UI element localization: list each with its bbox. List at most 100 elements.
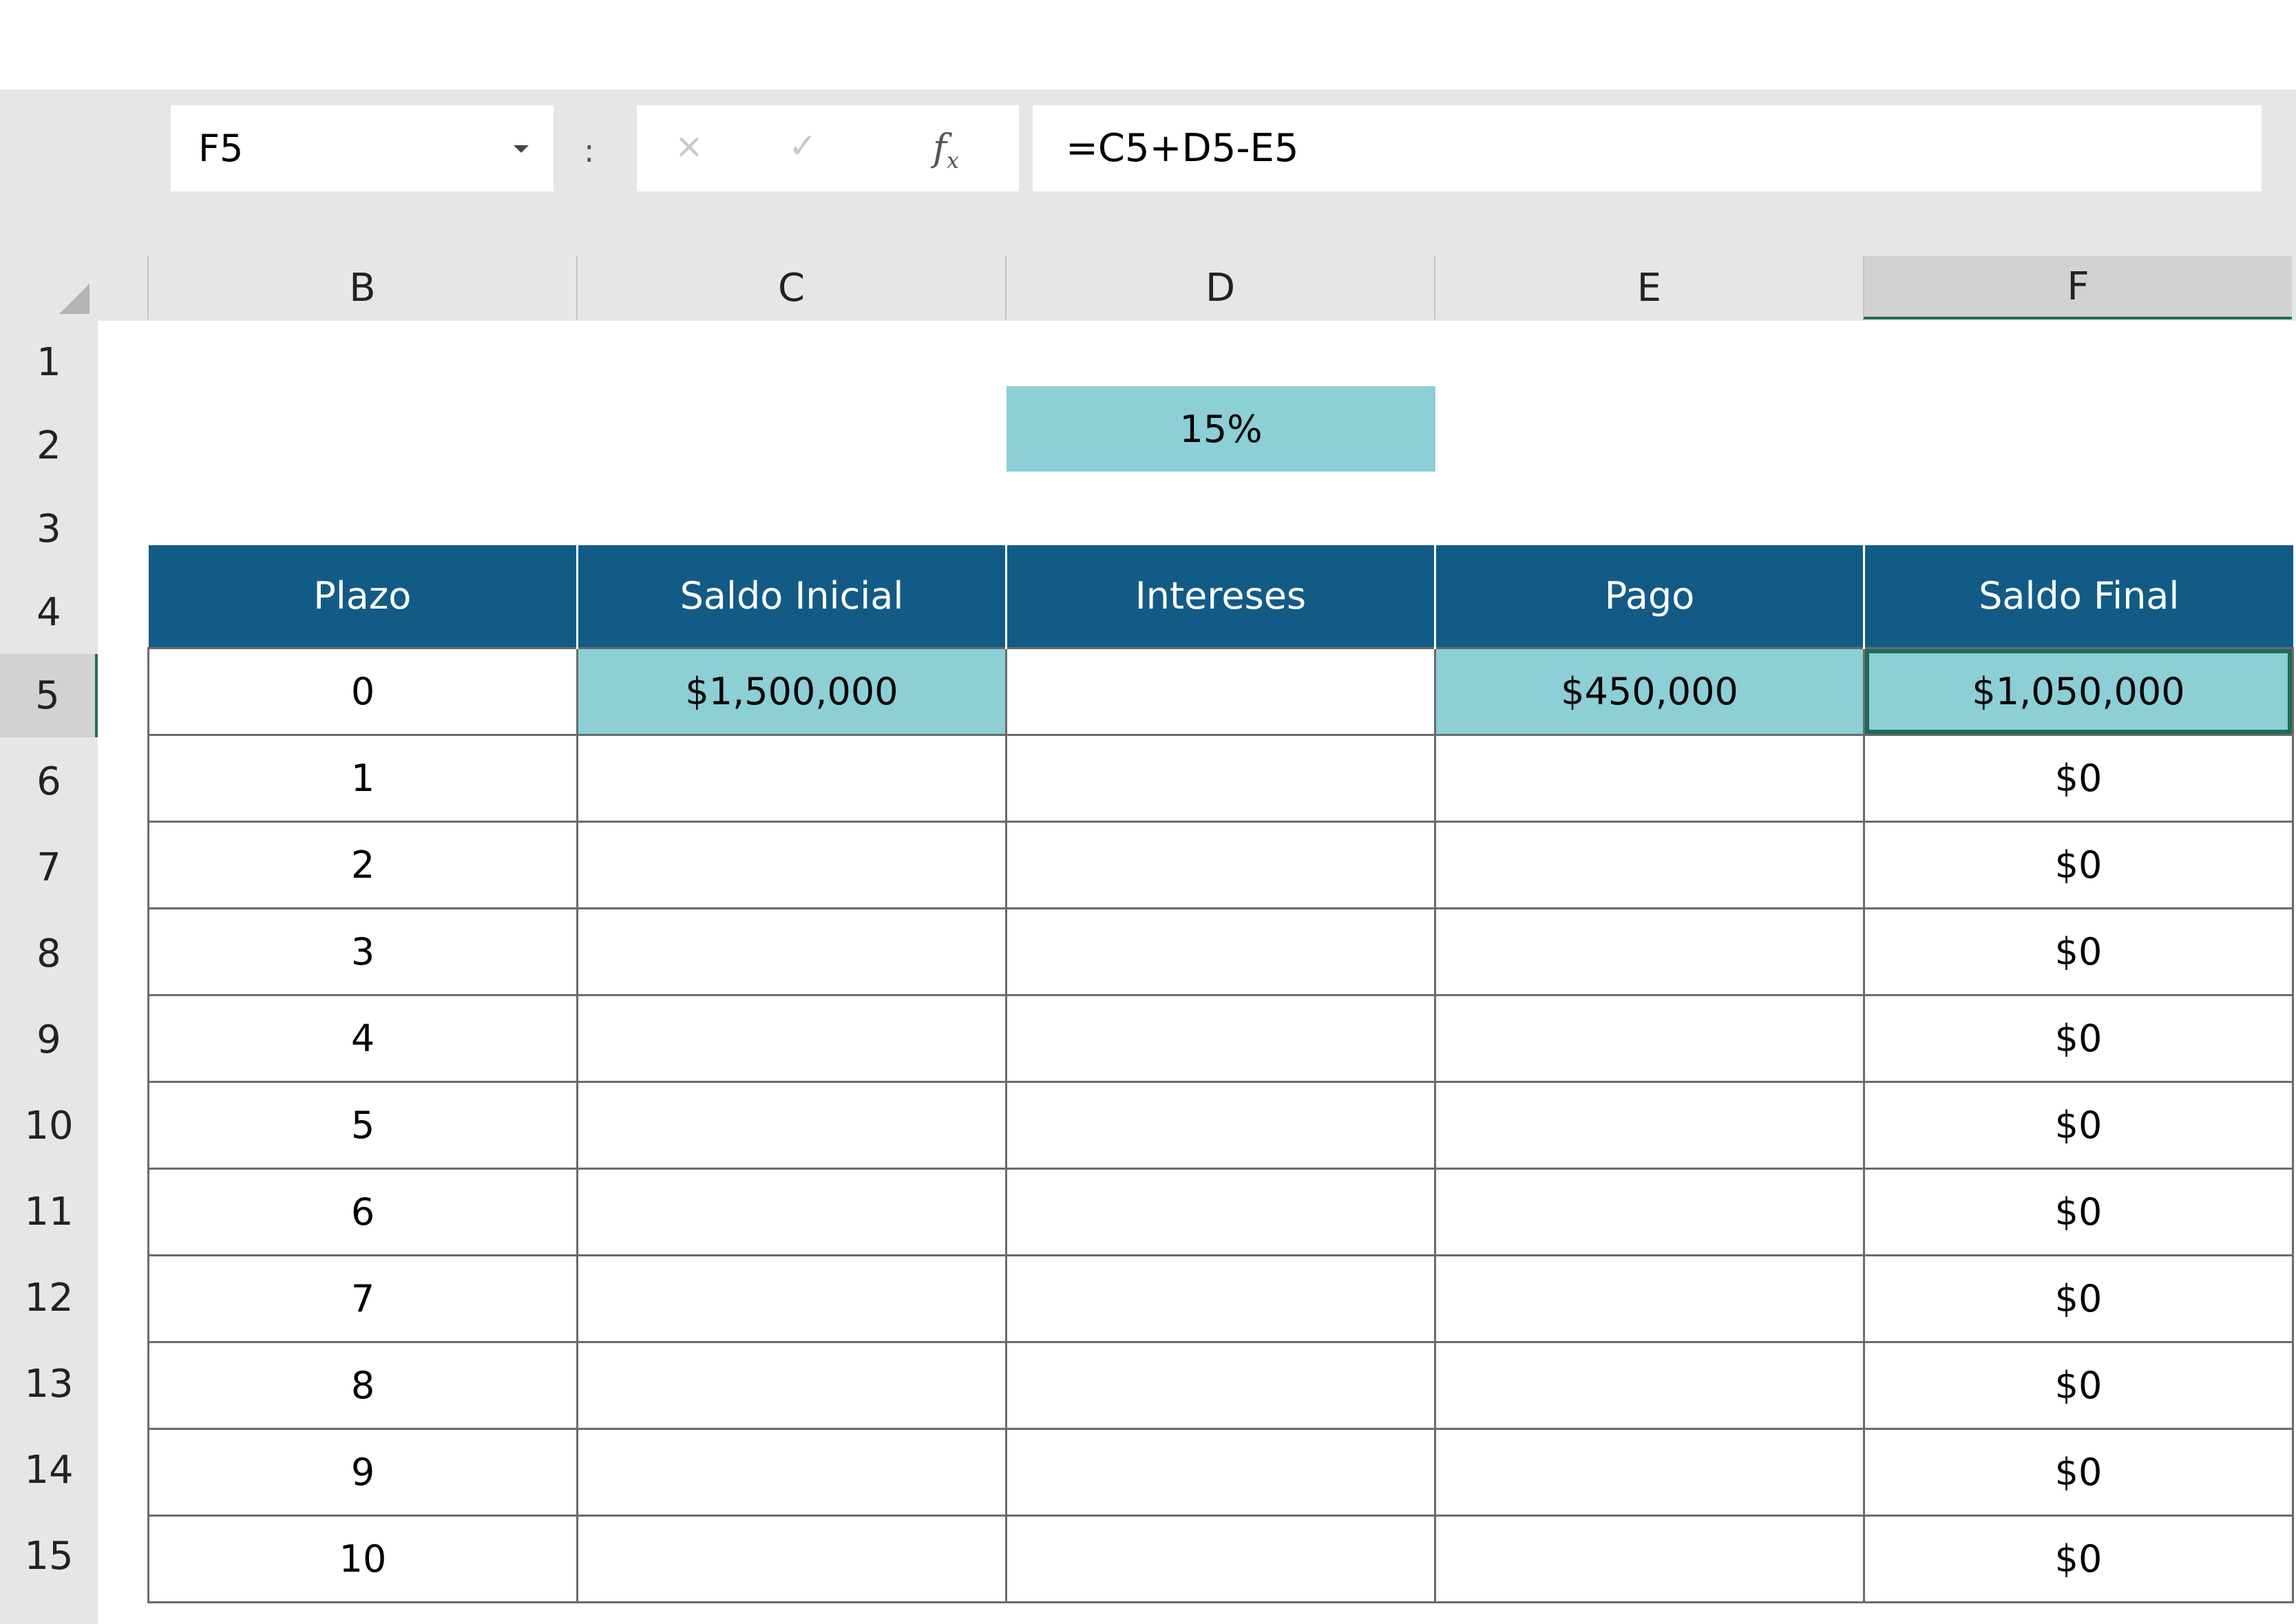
table-cell[interactable] (1005, 1167, 1436, 1256)
table-cell[interactable] (1005, 1340, 1436, 1430)
table-row: 9 $0 (147, 1427, 2294, 1517)
table-cell[interactable] (1005, 907, 1436, 996)
table-cell[interactable] (576, 993, 1007, 1083)
table-cell[interactable]: $450,000 (1434, 646, 1865, 736)
table-row: 5 $0 (147, 1080, 2294, 1170)
table-cell[interactable]: 0 (147, 646, 578, 736)
table-cell[interactable]: 9 (147, 1427, 578, 1517)
table-cell[interactable]: 10 (147, 1514, 578, 1603)
row-header-9[interactable]: 9 (0, 998, 98, 1082)
table-cell[interactable]: $0 (1863, 1167, 2294, 1256)
table-header-row: Plazo Saldo Inicial Intereses Pago Saldo Fin… (148, 545, 2293, 648)
table-cell[interactable]: $0 (1863, 907, 2294, 996)
insert-function-icon[interactable]: fx (933, 126, 959, 173)
row-header-3[interactable]: 3 (0, 487, 98, 571)
row-header-6[interactable]: 6 (0, 740, 98, 823)
table-cell[interactable] (1434, 733, 1865, 823)
table-cell[interactable]: $0 (1863, 1427, 2294, 1517)
table-cell[interactable] (1005, 733, 1436, 823)
fx-sub: x (947, 147, 960, 173)
row-header-14[interactable]: 14 (0, 1428, 98, 1512)
table-cell[interactable] (1005, 993, 1436, 1083)
table-cell[interactable]: 5 (147, 1080, 578, 1170)
table-cell[interactable]: $0 (1863, 1254, 2294, 1343)
row-header-13[interactable]: 13 (0, 1342, 98, 1426)
row-header-8[interactable]: 8 (0, 912, 98, 995)
table-cell[interactable]: $1,500,000 (576, 646, 1007, 736)
table-cell[interactable] (1005, 1254, 1436, 1343)
table-header-cell[interactable]: Plazo (148, 545, 578, 648)
table-row: 4 $0 (147, 993, 2294, 1083)
table-cell[interactable] (1434, 1514, 1865, 1603)
table-header-cell[interactable]: Pago (1435, 545, 1865, 648)
column-header-b[interactable]: B (147, 256, 576, 319)
table-cell[interactable] (1434, 1167, 1865, 1256)
table-row: 7 $0 (147, 1254, 2294, 1343)
enter-icon[interactable]: ✓ (788, 126, 817, 166)
formula-bar-separator: : (584, 132, 595, 169)
table-cell[interactable]: 4 (147, 993, 578, 1083)
table-cell[interactable] (1005, 1080, 1436, 1170)
table-cell[interactable] (576, 1167, 1007, 1256)
row-header-15[interactable]: 15 (0, 1515, 98, 1598)
table-header-cell[interactable]: Intereses (1006, 545, 1436, 648)
table-cell[interactable] (1005, 1514, 1436, 1603)
cancel-icon[interactable]: × (675, 126, 704, 166)
table-cell[interactable] (1434, 1340, 1865, 1430)
row-header-7[interactable]: 7 (0, 826, 98, 909)
table-cell[interactable] (576, 1340, 1007, 1430)
chevron-down-icon[interactable] (514, 145, 529, 153)
table-cell[interactable] (576, 733, 1007, 823)
table-row: 3 $0 (147, 907, 2294, 996)
interest-rate-cell[interactable]: 15% (1007, 386, 1435, 472)
table-cell[interactable] (1434, 820, 1865, 909)
amortization-table: Plazo Saldo Inicial Intereses Pago Saldo Fin… (147, 545, 2294, 1603)
table-cell[interactable]: 8 (147, 1340, 578, 1430)
column-header-f[interactable]: F (1863, 256, 2292, 319)
table-cell[interactable] (1005, 1427, 1436, 1517)
table-cell[interactable] (1434, 1427, 1865, 1517)
table-cell[interactable] (576, 1427, 1007, 1517)
table-cell[interactable] (576, 1514, 1007, 1603)
table-row: 10 $0 (147, 1514, 2294, 1603)
table-cell[interactable]: $0 (1863, 993, 2294, 1083)
table-header-cell[interactable]: Saldo Final (1864, 545, 2293, 648)
select-all-icon[interactable] (59, 284, 89, 314)
table-cell[interactable] (576, 1080, 1007, 1170)
active-cell[interactable]: $1,050,000 (1863, 646, 2294, 736)
table-cell[interactable]: $0 (1863, 1080, 2294, 1170)
table-cell[interactable]: $0 (1863, 733, 2294, 823)
table-cell[interactable]: 3 (147, 907, 578, 996)
table-cell[interactable]: $0 (1863, 1340, 2294, 1430)
formula-input[interactable]: =C5+D5-E5 (1033, 105, 2262, 191)
name-box[interactable]: F5 (171, 105, 554, 191)
table-cell[interactable] (1434, 1254, 1865, 1343)
table-cell[interactable]: 1 (147, 733, 578, 823)
row-header-1[interactable]: 1 (0, 321, 98, 404)
column-header-d[interactable]: D (1005, 256, 1434, 319)
table-cell[interactable] (1434, 1080, 1865, 1170)
row-header-4[interactable]: 4 (0, 571, 98, 654)
table-cell[interactable] (1434, 993, 1865, 1083)
table-cell[interactable]: $0 (1863, 1514, 2294, 1603)
table-cell[interactable]: $0 (1863, 820, 2294, 909)
row-header-10[interactable]: 10 (0, 1084, 98, 1168)
table-header-cell[interactable]: Saldo Inicial (577, 545, 1007, 648)
column-header-e[interactable]: E (1434, 256, 1863, 319)
table-cell[interactable] (576, 1254, 1007, 1343)
table-cell[interactable]: 6 (147, 1167, 578, 1256)
row-header-2[interactable]: 2 (0, 404, 98, 487)
table-cell[interactable] (576, 820, 1007, 909)
table-row: 6 $0 (147, 1167, 2294, 1256)
table-cell[interactable] (576, 907, 1007, 996)
table-cell[interactable]: 2 (147, 820, 578, 909)
table-row: 0 $1,500,000 $450,000 $1,050,000 (147, 646, 2294, 736)
table-cell[interactable] (1434, 907, 1865, 996)
table-cell[interactable] (1005, 820, 1436, 909)
table-cell[interactable] (1005, 646, 1436, 736)
row-header-11[interactable]: 11 (0, 1170, 98, 1254)
table-cell[interactable]: 7 (147, 1254, 578, 1343)
row-header-5[interactable]: 5 (0, 654, 98, 737)
row-header-12[interactable]: 12 (0, 1256, 98, 1340)
column-header-c[interactable]: C (576, 256, 1005, 319)
